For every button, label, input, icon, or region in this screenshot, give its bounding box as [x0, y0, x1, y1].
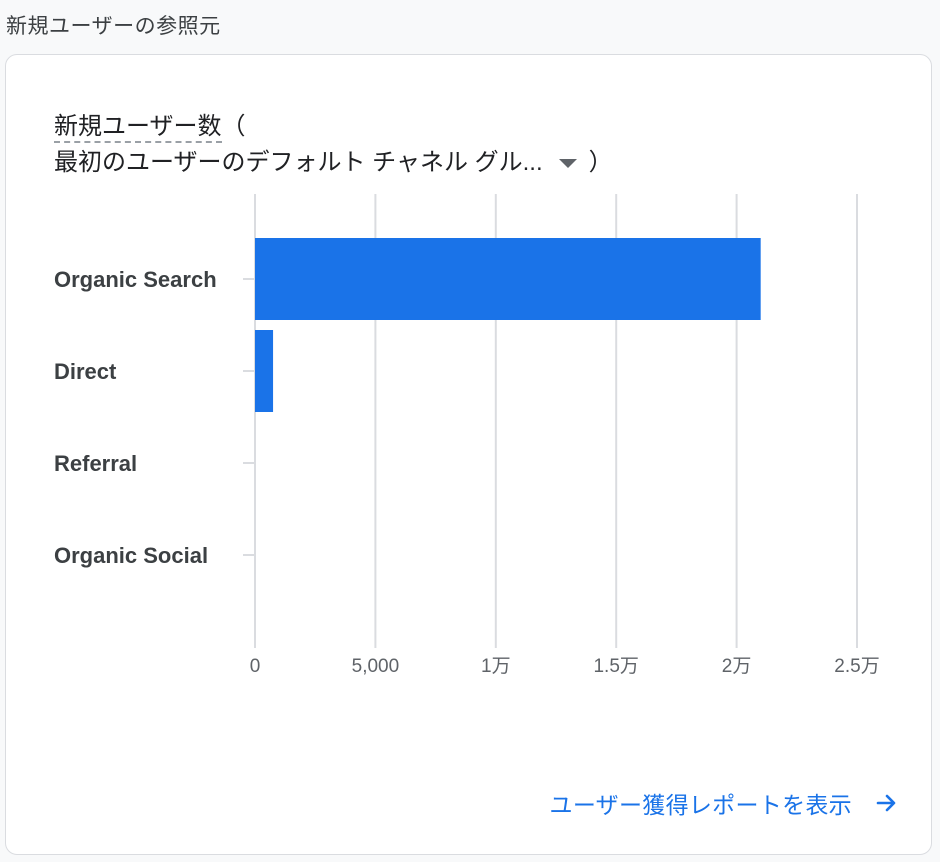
bar-direct[interactable] [255, 330, 274, 412]
x-tick-label: 1.5万 [593, 656, 638, 677]
category-label: Organic Social [54, 543, 208, 568]
category-label: Direct [54, 359, 117, 384]
x-tick-label: 2.5万 [834, 656, 879, 677]
x-axis-tick-labels: 0 5,000 1万 1.5万 2万 2.5万 [250, 656, 880, 677]
arrow-right-icon[interactable] [874, 791, 898, 815]
bar-organic-search[interactable] [255, 238, 761, 320]
x-tick-label: 2万 [722, 656, 752, 677]
footer-link-label[interactable]: ユーザー獲得レポートを表示 [550, 786, 852, 820]
bar-chart: Organic Search Direct Referral Organic Soci… [54, 194, 880, 677]
bar-layer [255, 238, 761, 412]
x-tick-label: 1万 [481, 656, 511, 677]
category-label: Organic Search [54, 267, 217, 292]
category-labels: Organic Search Direct Referral Organic Soci… [54, 267, 217, 568]
category-label: Referral [54, 451, 137, 476]
x-tick-label: 0 [250, 656, 261, 677]
view-user-acquisition-report-link[interactable]: ユーザー獲得レポートを表示 [550, 786, 898, 820]
x-tick-label: 5,000 [352, 656, 400, 677]
